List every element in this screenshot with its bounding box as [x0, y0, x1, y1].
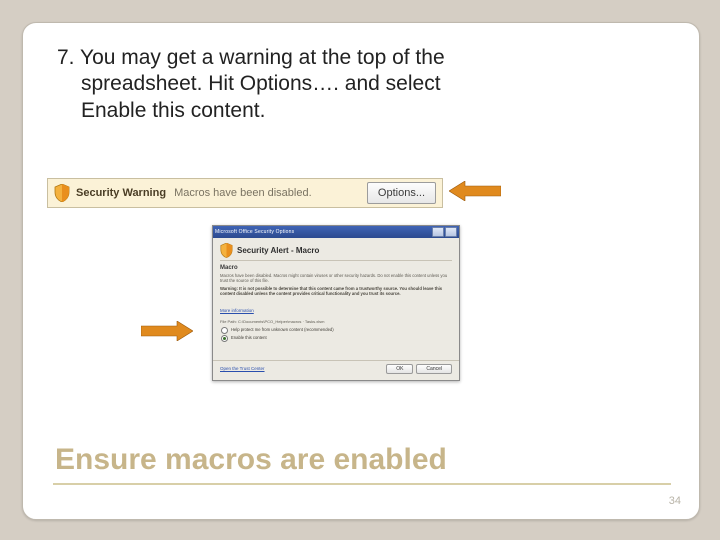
dialog-window-title: Microsoft Office Security Options	[215, 229, 294, 235]
cancel-button[interactable]: Cancel	[416, 364, 452, 374]
radio-enable-label: Enable this content	[231, 335, 267, 340]
dialog-titlebar: Microsoft Office Security Options	[213, 226, 459, 238]
more-info-link[interactable]: More information	[220, 308, 254, 313]
page-number: 34	[669, 495, 681, 507]
trust-center-link[interactable]: Open the Trust Center	[220, 366, 265, 371]
radio-icon	[221, 335, 228, 342]
dialog-footer: Open the Trust Center OK Cancel	[220, 364, 452, 376]
arrow-to-enable-option	[141, 321, 193, 341]
shield-icon	[54, 184, 70, 202]
step-number: 7.	[57, 46, 75, 69]
security-warning-title: Security Warning	[76, 187, 166, 199]
slide: 7. You may get a warning at the top of t…	[22, 22, 700, 520]
divider	[213, 360, 459, 361]
dialog-title: Security Alert - Macro	[237, 246, 319, 255]
dialog-header: Security Alert - Macro	[220, 243, 452, 257]
window-buttons	[432, 227, 457, 237]
divider	[220, 260, 452, 261]
slide-title: Ensure macros are enabled	[55, 443, 447, 477]
title-underline	[53, 483, 671, 485]
file-path-label: File Path:	[220, 319, 237, 324]
ok-button[interactable]: OK	[386, 364, 413, 374]
arrow-to-options	[449, 181, 501, 201]
security-warning-message: Macros have been disabled.	[174, 187, 312, 199]
security-options-dialog: Microsoft Office Security Options Securi…	[212, 225, 460, 381]
radio-icon	[221, 327, 228, 334]
file-path: File Path: C:\Documents\PCO_Helper\macro…	[220, 319, 452, 324]
help-icon[interactable]	[432, 227, 444, 237]
file-path-value: C:\Documents\PCO_Helper\macros · Tasks.x…	[238, 319, 324, 324]
instruction-text: 7. You may get a warning at the top of t…	[57, 45, 657, 124]
step-line-2: spreadsheet. Hit Options…. and select	[57, 71, 657, 97]
shield-icon	[220, 243, 233, 257]
options-button[interactable]: Options...	[367, 182, 436, 204]
radio-protect[interactable]: Help protect me from unknown content (re…	[220, 327, 452, 334]
dialog-subhead: Macro	[220, 265, 452, 271]
radio-protect-label: Help protect me from unknown content (re…	[231, 327, 334, 332]
radio-enable[interactable]: Enable this content	[220, 335, 452, 342]
security-warning-bar: Security Warning Macros have been disabl…	[47, 178, 443, 208]
close-icon[interactable]	[445, 227, 457, 237]
dialog-body: Security Alert - Macro Macro Macros have…	[213, 238, 459, 380]
step-line-1: You may get a warning at the top of the	[80, 46, 445, 69]
step-line-3: Enable this content.	[57, 98, 657, 124]
options-button-label: Options...	[378, 187, 425, 199]
dialog-warning: Warning: It is not possible to determine…	[220, 286, 452, 297]
dialog-para-1: Macros have been disabled. Macros might …	[220, 273, 452, 284]
